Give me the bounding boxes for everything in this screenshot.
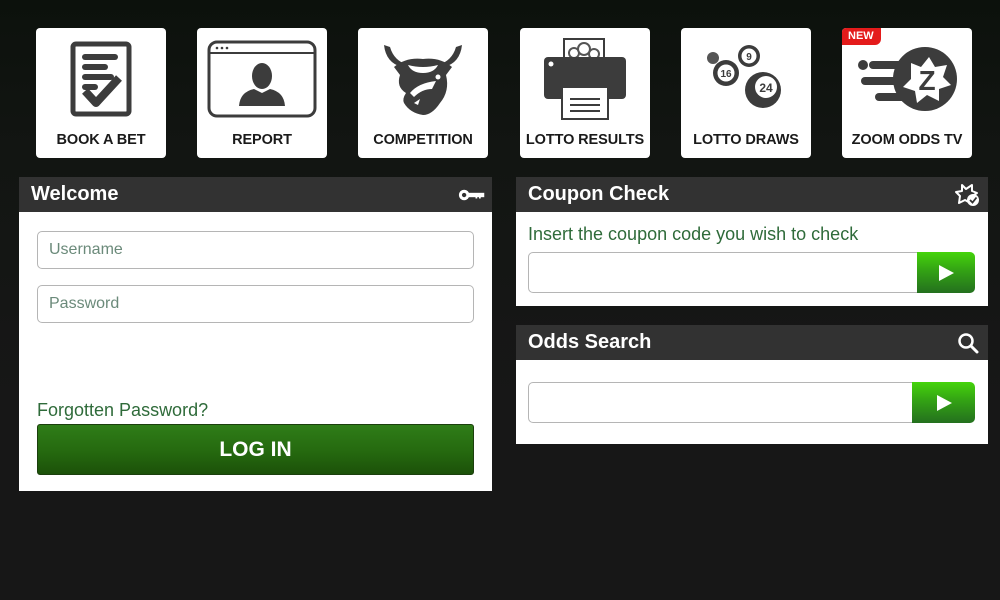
login-panel: Welcome Forgotten Password? LOG IN: [19, 177, 492, 491]
tile-competition[interactable]: COMPETITION: [358, 28, 488, 158]
tile-zoom-odds-tv[interactable]: NEW Z ZOOM ODDS TV: [842, 28, 972, 158]
tile-book-a-bet[interactable]: BOOK A BET: [36, 28, 166, 158]
tile-label: REPORT: [232, 132, 292, 148]
coupon-hint: Insert the coupon code you wish to check: [528, 224, 859, 244]
lotto-balls-icon: 16 9 24: [681, 38, 811, 120]
ball-number: 16: [720, 69, 732, 80]
zoom-glyph: Z: [918, 65, 935, 96]
forgot-password-link[interactable]: Forgotten Password?: [37, 400, 208, 421]
tile-label: LOTTO DRAWS: [693, 132, 799, 148]
browser-user-icon: [197, 38, 327, 120]
odds-submit-button[interactable]: [912, 382, 975, 423]
zoom-odds-icon: Z: [842, 38, 972, 120]
odds-search-panel: Odds Search: [516, 325, 988, 444]
odds-search-group: [528, 382, 975, 423]
ticket-check-icon: [954, 182, 982, 208]
coupon-check-panel: Coupon Check Insert the coupon code you …: [516, 177, 988, 306]
coupon-panel-header: Coupon Check: [516, 177, 988, 212]
printer-lotto-icon: [520, 38, 650, 120]
tile-lotto-results[interactable]: LOTTO RESULTS: [520, 28, 650, 158]
search-icon: [954, 330, 982, 356]
play-icon: [939, 264, 954, 281]
password-input[interactable]: [37, 285, 474, 323]
coupon-search-group: [528, 252, 975, 293]
key-icon: [458, 182, 486, 208]
panel-title: Odds Search: [528, 331, 652, 353]
tile-label: BOOK A BET: [56, 132, 146, 148]
login-button[interactable]: LOG IN: [37, 424, 474, 475]
ball-number: 24: [759, 81, 773, 95]
login-panel-header: Welcome: [19, 177, 492, 212]
quick-links: BOOK A BET REPORT COMPETITION LOTTO RESU…: [36, 28, 976, 158]
tile-label: COMPETITION: [373, 132, 473, 148]
coupon-code-input[interactable]: [528, 252, 920, 293]
tile-label: LOTTO RESULTS: [525, 132, 645, 148]
bet-slip-check-icon: [36, 38, 166, 120]
play-icon: [936, 394, 952, 411]
bull-head-icon: [358, 38, 488, 120]
panel-title: Welcome: [31, 183, 119, 205]
username-input[interactable]: [37, 231, 474, 269]
tile-lotto-draws[interactable]: 16 9 24 LOTTO DRAWS: [681, 28, 811, 158]
odds-search-input[interactable]: [528, 382, 914, 423]
coupon-submit-button[interactable]: [917, 252, 975, 293]
panel-title: Coupon Check: [528, 183, 670, 205]
ball-number: 9: [746, 52, 752, 63]
tile-report[interactable]: REPORT: [197, 28, 327, 158]
tile-label: ZOOM ODDS TV: [851, 132, 963, 148]
odds-panel-header: Odds Search: [516, 325, 988, 360]
